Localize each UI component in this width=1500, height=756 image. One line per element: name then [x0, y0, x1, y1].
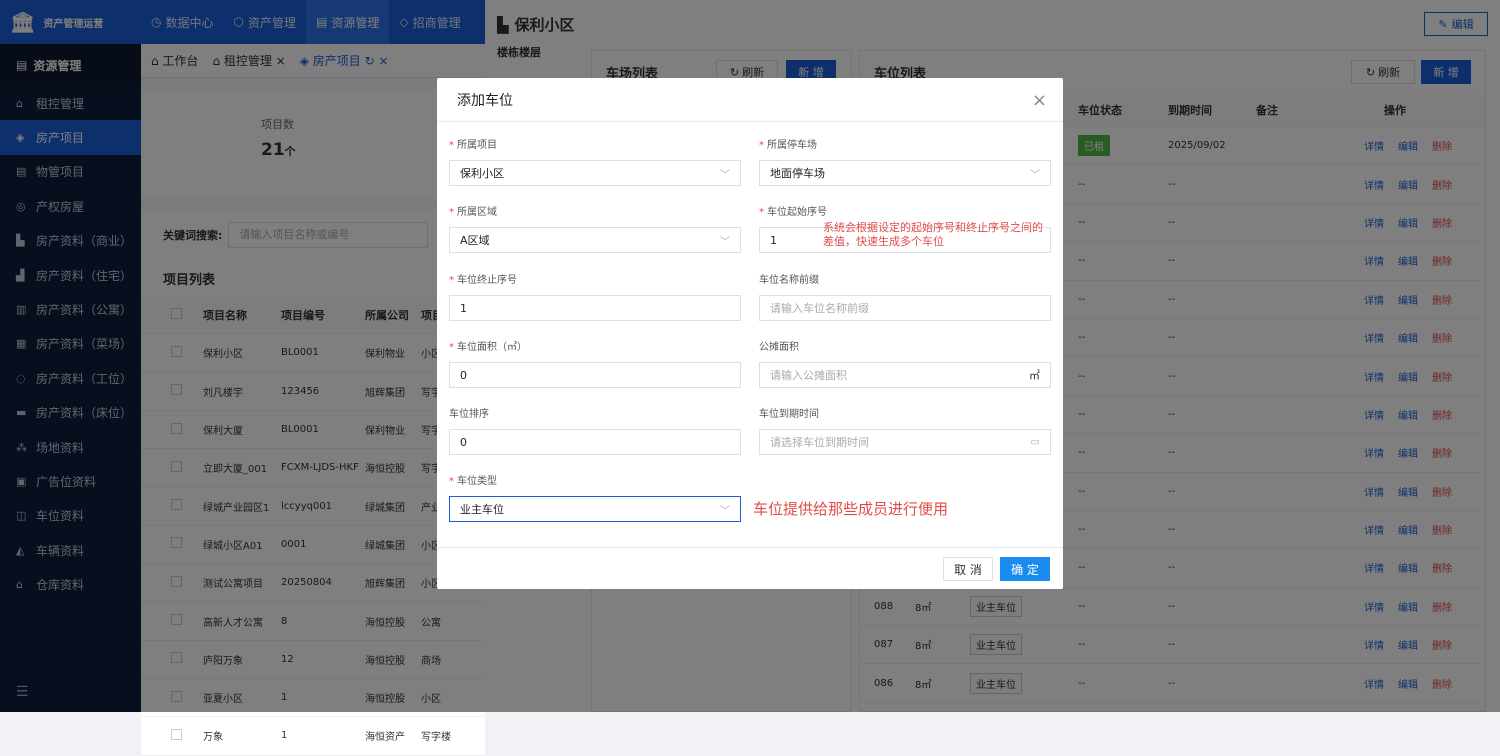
input-value: 0: [460, 368, 467, 382]
input-value: 0: [460, 435, 467, 449]
parking-lot-field: * 所属停车场 地面停车场 ﹀: [759, 136, 1051, 186]
unit-suffix: ㎡: [1029, 369, 1040, 382]
field-label: * 所属区域: [449, 207, 497, 218]
area-field: * 车位面积（㎡） 0: [449, 338, 741, 388]
shared-area-input[interactable]: 请输入公摊面积 ㎡: [759, 362, 1051, 388]
field-label: * 车位面积（㎡）: [449, 342, 527, 353]
space-type-field: * 车位类型 业主车位 ﹀: [449, 472, 741, 522]
zone-field: * 所属区域 A区域 ﹀: [449, 203, 741, 253]
field-label: * 车位类型: [449, 476, 497, 487]
chevron-down-icon: ﹀: [720, 505, 730, 517]
add-parking-space-dialog: 添加车位 × * 所属项目 保利小区 ﹀ * 所属停车场 地面停车场 ﹀ * 所属区域 A…: [437, 78, 1063, 589]
field-label: 车位排序: [449, 409, 489, 420]
end-number-input[interactable]: 1: [449, 295, 741, 321]
sort-field: 车位排序 0: [449, 405, 741, 455]
expire-date-field: 车位到期时间 请选择车位到期时间 ▭: [759, 405, 1051, 455]
table-row[interactable]: 万象 1 海恒资产 写字楼: [141, 717, 485, 756]
shared-area-field: 公摊面积 请输入公摊面积 ㎡: [759, 338, 1051, 388]
select-value: A区域: [460, 234, 490, 247]
field-label-text: 车位终止序号: [457, 275, 517, 286]
cancel-button[interactable]: 取 消: [943, 557, 993, 581]
dialog-title: 添加车位: [457, 92, 513, 109]
field-label: 车位到期时间: [759, 409, 819, 420]
field-label: * 车位起始序号: [759, 207, 827, 218]
chevron-down-icon: ﹀: [720, 169, 730, 181]
chevron-down-icon: ﹀: [720, 236, 730, 248]
sequence-annotation: 系统会根据设定的起始序号和终止序号之间的差值，快速生成多个车位: [823, 221, 1043, 248]
field-label: 车位名称前缀: [759, 275, 819, 286]
expire-date-picker[interactable]: 请选择车位到期时间 ▭: [759, 429, 1051, 455]
field-label-text: 车位类型: [457, 476, 497, 487]
input-placeholder: 请选择车位到期时间: [770, 436, 869, 449]
field-label-text: 车位起始序号: [767, 207, 827, 218]
name-prefix-input[interactable]: 请输入车位名称前缀: [759, 295, 1051, 321]
area-input[interactable]: 0: [449, 362, 741, 388]
chevron-down-icon: ﹀: [1030, 169, 1040, 181]
input-value: 1: [770, 233, 777, 247]
parking-lot-select[interactable]: 地面停车场 ﹀: [759, 160, 1051, 186]
field-label: * 车位终止序号: [449, 275, 517, 286]
field-label: 公摊面积: [759, 342, 799, 353]
field-label-text: 车位面积（㎡）: [457, 342, 527, 353]
field-label: * 所属停车场: [759, 140, 817, 151]
select-value: 保利小区: [460, 167, 504, 180]
table-cell: 写字楼: [421, 732, 451, 744]
close-icon[interactable]: ×: [1032, 90, 1047, 111]
type-annotation: 车位提供给那些成员进行便用: [753, 500, 949, 518]
space-type-select[interactable]: 业主车位 ﹀: [449, 496, 741, 522]
sort-input[interactable]: 0: [449, 429, 741, 455]
dialog-footer: 取 消 确 定: [437, 547, 1063, 589]
project-field: * 所属项目 保利小区 ﹀: [449, 136, 741, 186]
table-cell: 万象: [203, 732, 223, 744]
field-label: * 所属项目: [449, 140, 497, 151]
input-placeholder: 请输入公摊面积: [770, 369, 847, 382]
field-label-text: 所属区域: [457, 207, 497, 218]
select-value: 业主车位: [460, 503, 504, 516]
row-checkbox[interactable]: [141, 728, 203, 743]
project-select[interactable]: 保利小区 ﹀: [449, 160, 741, 186]
field-label-text: 所属停车场: [767, 140, 817, 151]
calendar-icon: ▭: [1030, 436, 1040, 448]
select-value: 地面停车场: [770, 167, 825, 180]
input-value: 1: [460, 301, 467, 315]
dialog-header: 添加车位 ×: [437, 78, 1063, 122]
field-label-text: 所属项目: [457, 140, 497, 151]
zone-select[interactable]: A区域 ﹀: [449, 227, 741, 253]
confirm-button[interactable]: 确 定: [1000, 557, 1050, 581]
end-number-field: * 车位终止序号 1: [449, 271, 741, 321]
name-prefix-field: 车位名称前缀 请输入车位名称前缀: [759, 271, 1051, 321]
table-cell: 海恒资产: [365, 732, 405, 744]
table-cell: 1: [281, 730, 288, 742]
